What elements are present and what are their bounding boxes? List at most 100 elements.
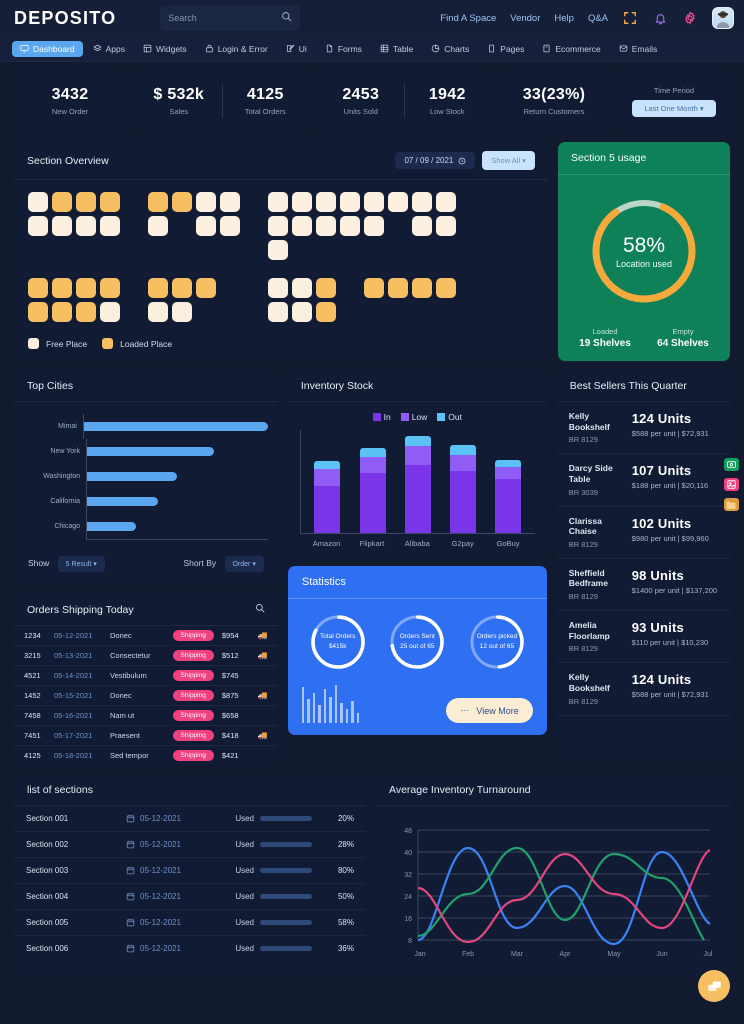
sort-select[interactable]: Order ▾: [224, 556, 264, 572]
shelf-cell-loaded[interactable]: [388, 278, 408, 298]
subnav-item-ecommerce[interactable]: Ecommerce: [534, 41, 608, 57]
shelf-cell-free[interactable]: [76, 216, 96, 236]
shelf-cell-free[interactable]: [268, 216, 288, 236]
shelf-cell-free[interactable]: [292, 192, 312, 212]
shelf-cell-free[interactable]: [364, 216, 384, 236]
subnav-item-pages[interactable]: Pages: [479, 41, 532, 57]
subnav-item-dashboard[interactable]: Dashboard: [12, 40, 83, 57]
truck-icon[interactable]: 🚚: [254, 651, 268, 660]
shelf-cell-loaded[interactable]: [316, 278, 336, 298]
table-row[interactable]: Section 002 05-12-2021 Used 28%: [14, 832, 366, 858]
subnav-item-widgets[interactable]: Widgets: [135, 41, 195, 57]
shelf-cell-free[interactable]: [340, 216, 360, 236]
shelf-cell-free[interactable]: [316, 216, 336, 236]
chat-fab-button[interactable]: [698, 970, 730, 1002]
shelf-cell-free[interactable]: [412, 216, 432, 236]
shelf-cell-loaded[interactable]: [172, 192, 192, 212]
table-row[interactable]: Section 003 05-12-2021 Used 80%: [14, 858, 366, 884]
shelf-cell-loaded[interactable]: [148, 192, 168, 212]
search-input[interactable]: [168, 13, 269, 23]
shelf-cell-free[interactable]: [268, 278, 288, 298]
truck-icon[interactable]: 🚚: [254, 731, 268, 740]
shelf-cell-loaded[interactable]: [196, 278, 216, 298]
subnav-item-login-error[interactable]: Login & Error: [197, 41, 276, 57]
show-all-button[interactable]: Show All ▾: [482, 151, 535, 170]
table-row[interactable]: Section 006 05-12-2021 Used 36%: [14, 936, 366, 961]
shelf-cell-free[interactable]: [292, 302, 312, 322]
shelf-cell-loaded[interactable]: [316, 302, 336, 322]
shelf-cell-loaded[interactable]: [52, 278, 72, 298]
shelf-cell-loaded[interactable]: [436, 278, 456, 298]
shelf-cell-loaded[interactable]: [172, 278, 192, 298]
truck-icon[interactable]: 🚚: [254, 631, 268, 640]
shelf-cell-loaded[interactable]: [52, 302, 72, 322]
list-item[interactable]: Kelly Bookshelf BR 8129 124 Units $588 p…: [556, 663, 730, 716]
shelf-cell-free[interactable]: [220, 192, 240, 212]
shelf-cell-loaded[interactable]: [76, 278, 96, 298]
time-period-select[interactable]: Last One Month ▾: [632, 99, 716, 117]
list-item[interactable]: Clarissa Chaise BR 8129 102 Units $980 p…: [556, 507, 730, 559]
table-row[interactable]: Section 005 05-12-2021 Used 58%: [14, 910, 366, 936]
shelf-cell-free[interactable]: [28, 192, 48, 212]
date-picker[interactable]: 07 / 09 / 2021: [395, 152, 476, 169]
money-icon[interactable]: [723, 458, 739, 471]
subnav-item-emails[interactable]: Emails: [611, 41, 666, 57]
shelf-cell-free[interactable]: [52, 216, 72, 236]
shelf-cell-free[interactable]: [436, 192, 456, 212]
shelf-cell-free[interactable]: [28, 216, 48, 236]
shelf-cell-free[interactable]: [100, 302, 120, 322]
nav-link-qa[interactable]: Q&A: [588, 13, 608, 24]
shelf-cell-free[interactable]: [364, 192, 384, 212]
shelf-cell-loaded[interactable]: [76, 192, 96, 212]
shelf-cell-free[interactable]: [268, 240, 288, 260]
shelf-cell-free[interactable]: [412, 192, 432, 212]
subnav-item-charts[interactable]: Charts: [423, 41, 477, 57]
nav-link-help[interactable]: Help: [554, 13, 574, 24]
nav-link-find-a-space[interactable]: Find A Space: [440, 13, 496, 24]
shelf-cell-loaded[interactable]: [364, 278, 384, 298]
shelf-cell-free[interactable]: [172, 302, 192, 322]
list-item[interactable]: Darcy Side Table BR 3039 107 Units $188 …: [556, 454, 730, 507]
shelf-cell-free[interactable]: [148, 216, 168, 236]
shelf-cell-loaded[interactable]: [412, 278, 432, 298]
shelf-cell-free[interactable]: [196, 216, 216, 236]
shelf-cell-free[interactable]: [340, 192, 360, 212]
table-row[interactable]: 1234 05-12-2021 Donec Shipping $954 🚚: [14, 626, 278, 646]
list-item[interactable]: Amelia Floorlamp BR 8129 93 Units $110 p…: [556, 611, 730, 664]
shelf-cell-loaded[interactable]: [76, 302, 96, 322]
avatar[interactable]: [712, 7, 734, 29]
shelf-cell-loaded[interactable]: [148, 278, 168, 298]
subnav-item-apps[interactable]: Apps: [85, 41, 133, 57]
table-row[interactable]: Section 004 05-12-2021 Used 50%: [14, 884, 366, 910]
shelf-cell-loaded[interactable]: [100, 278, 120, 298]
table-row[interactable]: 4125 05-18-2021 Sed tempor Shipping $421: [14, 746, 278, 765]
shelf-cell-free[interactable]: [268, 192, 288, 212]
shelf-cell-loaded[interactable]: [52, 192, 72, 212]
shelf-cell-free[interactable]: [292, 278, 312, 298]
shelf-cell-free[interactable]: [388, 192, 408, 212]
fullscreen-icon[interactable]: [622, 10, 638, 26]
nav-link-vendor[interactable]: Vendor: [510, 13, 540, 24]
shelf-cell-loaded[interactable]: [100, 192, 120, 212]
shelf-cell-free[interactable]: [268, 302, 288, 322]
shelf-cell-free[interactable]: [196, 192, 216, 212]
search-icon[interactable]: [255, 603, 265, 616]
shelf-cell-free[interactable]: [292, 216, 312, 236]
show-select[interactable]: 5 Result ▾: [57, 556, 105, 572]
list-item[interactable]: Kelly Bookshelf BR 8129 124 Units $588 p…: [556, 402, 730, 455]
gear-icon[interactable]: [682, 10, 698, 26]
table-row[interactable]: Section 001 05-12-2021 Used 20%: [14, 806, 366, 832]
subnav-item-ui[interactable]: Ui: [278, 41, 315, 57]
list-item[interactable]: Sheffield Bedframe BR 8129 98 Units $140…: [556, 559, 730, 611]
table-row[interactable]: 3215 05-13-2021 Consectetur Shipping $51…: [14, 646, 278, 666]
subnav-item-table[interactable]: Table: [372, 41, 421, 57]
shelf-cell-free[interactable]: [316, 192, 336, 212]
shelf-cell-free[interactable]: [100, 216, 120, 236]
shelf-cell-loaded[interactable]: [28, 278, 48, 298]
search-box[interactable]: [160, 5, 301, 31]
bell-icon[interactable]: [652, 10, 668, 26]
image-icon[interactable]: [723, 478, 739, 491]
table-row[interactable]: 7451 05-17-2021 Praesent Shipping $418 🚚: [14, 726, 278, 746]
folder-icon[interactable]: [723, 498, 739, 511]
view-more-button[interactable]: ⋯ View More: [446, 698, 533, 723]
